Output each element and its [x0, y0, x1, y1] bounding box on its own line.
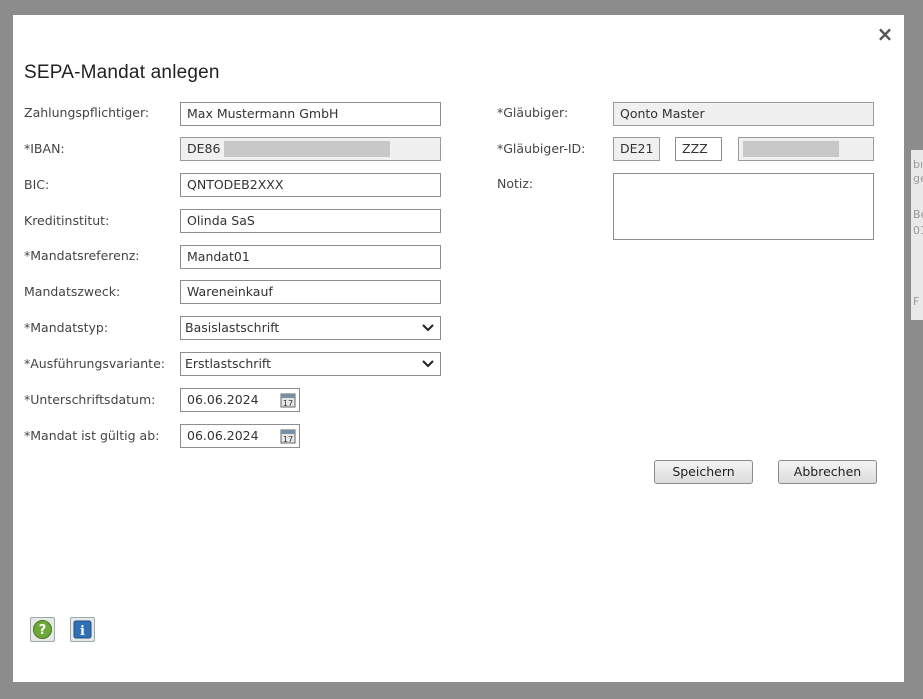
iban-input[interactable]: DE86: [180, 137, 441, 161]
svg-text:i: i: [80, 624, 85, 639]
background-page-fragment: bı ge Be 01 F: [911, 150, 923, 320]
note-textarea[interactable]: [613, 173, 874, 240]
background-text: bı: [913, 158, 923, 171]
svg-text:17: 17: [283, 435, 293, 444]
variant-select[interactable]: Erstlastschrift: [180, 352, 441, 376]
bank-label: Kreditinstitut:: [24, 213, 110, 228]
variant-label: *Ausführungsvariante:: [24, 356, 165, 371]
signature-date-value: 06.06.2024: [187, 392, 259, 407]
svg-text:?: ?: [39, 623, 47, 638]
iban-redacted: [224, 141, 390, 157]
variant-value: Erstlastschrift: [185, 356, 271, 371]
payer-label: Zahlungspflichtiger:: [24, 105, 150, 120]
background-text: Be: [913, 208, 923, 221]
mandate-type-label: *Mandatstyp:: [24, 320, 109, 335]
iban-label: *IBAN:: [24, 141, 65, 156]
valid-from-value: 06.06.2024: [187, 428, 259, 443]
chevron-down-icon: [422, 360, 434, 368]
chevron-down-icon: [422, 324, 434, 332]
info-icon: i: [73, 620, 92, 639]
background-text: ge: [913, 172, 923, 185]
save-button[interactable]: Speichern: [654, 460, 753, 484]
background-text: F: [913, 295, 920, 308]
iban-prefix: DE86: [187, 141, 221, 156]
creditor-id-label: *Gläubiger-ID:: [497, 141, 586, 156]
valid-from-input[interactable]: 06.06.2024 17: [180, 424, 300, 448]
bic-label: BIC:: [24, 177, 50, 192]
mandate-ref-input[interactable]: Mandat01: [180, 245, 441, 269]
sepa-mandate-dialog: × SEPA-Mandat anlegen Zahlungspflichtige…: [13, 15, 904, 682]
bank-input[interactable]: Olinda SaS: [180, 209, 441, 233]
note-label: Notiz:: [497, 176, 534, 191]
creditor-id-zzz-input[interactable]: ZZZ: [675, 137, 722, 161]
calendar-icon[interactable]: 17: [280, 428, 296, 444]
cancel-button[interactable]: Abbrechen: [778, 460, 877, 484]
bic-input[interactable]: QNTODEB2XXX: [180, 173, 441, 197]
creditor-id-country-input[interactable]: DE21: [613, 137, 660, 161]
purpose-input[interactable]: Wareneinkauf: [180, 280, 441, 304]
purpose-label: Mandatszweck:: [24, 284, 121, 299]
help-button[interactable]: ?: [30, 617, 55, 642]
calendar-icon[interactable]: 17: [280, 392, 296, 408]
signature-date-label: *Unterschriftsdatum:: [24, 392, 156, 407]
signature-date-input[interactable]: 06.06.2024 17: [180, 388, 300, 412]
background-text: 01: [913, 224, 923, 237]
close-icon[interactable]: ×: [875, 23, 895, 45]
creditor-label: *Gläubiger:: [497, 105, 569, 120]
creditor-input[interactable]: Qonto Master: [613, 102, 874, 126]
info-button[interactable]: i: [70, 617, 95, 642]
help-icon: ?: [33, 620, 52, 639]
mandate-type-value: Basislastschrift: [185, 320, 280, 335]
valid-from-label: *Mandat ist gültig ab:: [24, 428, 160, 443]
dialog-title: SEPA-Mandat anlegen: [24, 62, 220, 83]
mandate-type-select[interactable]: Basislastschrift: [180, 316, 441, 340]
payer-input[interactable]: Max Mustermann GmbH: [180, 102, 441, 126]
svg-text:17: 17: [283, 399, 293, 408]
mandate-ref-label: *Mandatsreferenz:: [24, 248, 140, 263]
creditor-id-number-input[interactable]: [738, 137, 874, 161]
creditor-id-redacted: [743, 141, 839, 157]
